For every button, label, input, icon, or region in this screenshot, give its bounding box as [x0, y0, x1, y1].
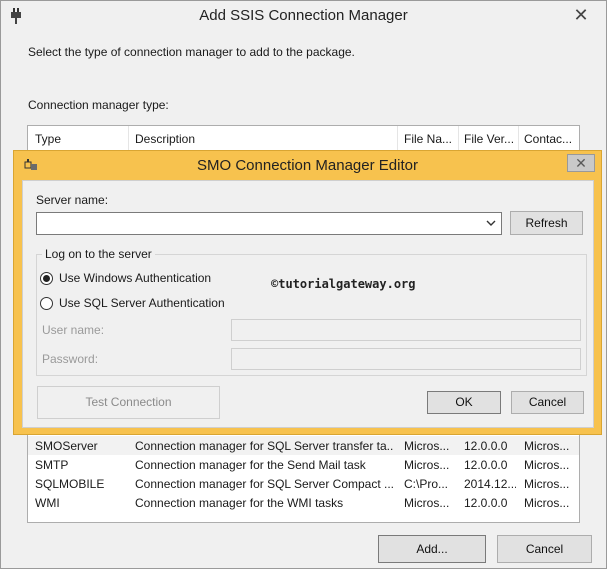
cell-contact: Micros...	[524, 458, 570, 472]
sql-auth-radio[interactable]	[40, 297, 53, 310]
windows-auth-label[interactable]: Use Windows Authentication	[59, 271, 211, 285]
close-icon[interactable]: ✕	[570, 4, 592, 26]
cell-type: SMOServer	[35, 439, 98, 453]
cell-file-name: Micros...	[404, 439, 450, 453]
window-title: Add SSIS Connection Manager	[199, 7, 408, 24]
list-header: Type Description File Na... File Ver... …	[28, 126, 579, 152]
column-header-type[interactable]: Type	[35, 132, 125, 146]
cell-contact: Micros...	[524, 496, 570, 510]
refresh-button[interactable]: Refresh	[510, 211, 583, 235]
column-header-file-version[interactable]: File Ver...	[464, 132, 519, 146]
add-button[interactable]: Add...	[378, 535, 486, 563]
table-row[interactable]: SQLMOBILE Connection manager for SQL Ser…	[28, 474, 579, 493]
password-label: Password:	[42, 352, 99, 366]
cell-file-name: Micros...	[404, 458, 450, 472]
smo-connection-manager-editor: SMO Connection Manager Editor ✕ Server n…	[13, 150, 602, 435]
cell-type: SQLMOBILE	[35, 477, 105, 491]
modal-title: SMO Connection Manager Editor	[197, 157, 418, 174]
ok-button[interactable]: OK	[427, 391, 501, 414]
windows-auth-radio[interactable]	[40, 272, 53, 285]
cell-file-name: Micros...	[404, 496, 450, 510]
sql-auth-label[interactable]: Use SQL Server Authentication	[59, 296, 225, 310]
instruction-text: Select the type of connection manager to…	[28, 45, 355, 59]
modal-body: Server name: Refresh Log on to the serve…	[22, 180, 594, 428]
modal-cancel-button[interactable]: Cancel	[511, 391, 584, 414]
cell-description: Connection manager for the WMI tasks	[135, 496, 344, 510]
cancel-button[interactable]: Cancel	[497, 535, 592, 563]
cell-file-version: 12.0.0.0	[464, 439, 508, 453]
chevron-down-icon[interactable]	[484, 216, 498, 230]
table-row[interactable]: SMTP Connection manager for the Send Mai…	[28, 455, 579, 474]
cell-file-version: 12.0.0.0	[464, 458, 508, 472]
cell-contact: Micros...	[524, 477, 570, 491]
close-icon[interactable]: ✕	[567, 154, 595, 172]
cell-type: SMTP	[35, 458, 69, 472]
test-connection-button[interactable]: Test Connection	[37, 386, 220, 419]
cell-file-name: C:\Pro...	[404, 477, 449, 491]
table-row[interactable]: SMOServer Connection manager for SQL Ser…	[28, 436, 579, 455]
column-header-description[interactable]: Description	[135, 132, 395, 146]
password-input[interactable]	[231, 348, 581, 370]
connection-type-label: Connection manager type:	[28, 98, 169, 112]
cell-description: Connection manager for SQL Server transf…	[135, 439, 393, 453]
logon-group-label: Log on to the server	[42, 247, 155, 261]
table-row[interactable]: WMI Connection manager for the WMI tasks…	[28, 493, 579, 512]
cell-file-version: 2014.12...	[464, 477, 516, 491]
server-name-label: Server name:	[36, 193, 109, 207]
column-header-contact[interactable]: Contac...	[524, 132, 579, 146]
username-input[interactable]	[231, 319, 581, 341]
server-name-combobox[interactable]	[36, 212, 502, 235]
title-bar: Add SSIS Connection Manager ✕	[1, 1, 606, 31]
cell-contact: Micros...	[524, 439, 570, 453]
username-label: User name:	[42, 323, 105, 337]
cell-file-version: 12.0.0.0	[464, 496, 508, 510]
column-header-file-name[interactable]: File Na...	[404, 132, 459, 146]
cell-type: WMI	[35, 496, 60, 510]
watermark-text: ©tutorialgateway.org	[271, 277, 416, 291]
modal-title-bar: SMO Connection Manager Editor ✕	[14, 151, 601, 180]
cell-description: Connection manager for the Send Mail tas…	[135, 458, 366, 472]
cell-description: Connection manager for SQL Server Compac…	[135, 477, 393, 491]
